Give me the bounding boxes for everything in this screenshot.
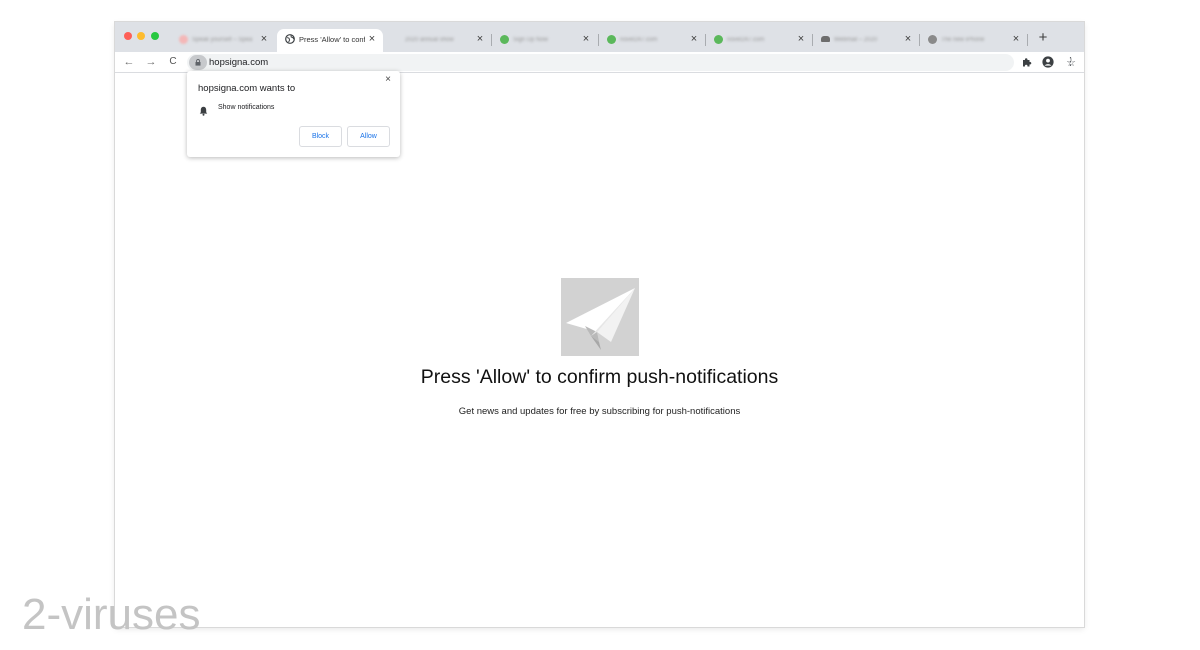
tab-title: novel247.com (620, 37, 658, 43)
tab-title: Webmail – 2020 (834, 37, 878, 43)
tab-favicon-icon (179, 35, 188, 44)
tab-favicon-icon (607, 35, 616, 44)
tab-5[interactable]: novel247.com × (600, 29, 705, 52)
extensions-puzzle-icon[interactable] (1020, 55, 1034, 69)
tab-title: 2020 annual show (405, 37, 454, 43)
tab-favicon-icon (928, 35, 937, 44)
tab-title: The new iPhone (941, 37, 985, 43)
back-icon[interactable]: ← (122, 54, 136, 70)
block-button[interactable]: Block (299, 126, 342, 147)
tab-separator (491, 34, 492, 46)
tab-1[interactable]: Speak yourself – Speak × (172, 29, 275, 52)
bell-icon (199, 103, 208, 121)
tab-close-icon[interactable]: × (258, 32, 270, 46)
tab-close-icon[interactable]: × (474, 32, 486, 46)
tab-strip: Speak yourself – Speak × Press 'Allow' t… (115, 22, 1084, 52)
tab-3[interactable]: 2020 annual show × (387, 29, 491, 52)
tab-title: novel247.com (727, 37, 765, 43)
toolbar: ← → C hopsigna.com ☆ ⋮ (115, 52, 1084, 73)
tab-6[interactable]: novel247.com × (707, 29, 812, 52)
tab-close-icon[interactable]: × (688, 32, 700, 46)
window-zoom-button[interactable] (151, 32, 159, 40)
tab-favicon-icon (714, 35, 723, 44)
page-subline: Get news and updates for free by subscri… (458, 406, 741, 417)
page-headline: Press 'Allow' to confirm push-notificati… (420, 366, 779, 388)
tab-title: Speak yourself – Speak (192, 37, 252, 43)
paper-plane-icon (561, 278, 639, 356)
browser-window: Speak yourself – Speak × Press 'Allow' t… (115, 22, 1084, 627)
menu-icon[interactable]: ⋮ (1065, 54, 1076, 70)
watermark: 2-viruses (22, 590, 201, 639)
tab-close-icon[interactable]: × (902, 32, 914, 46)
tab-title: Press 'Allow' to confirm (299, 35, 365, 44)
tab-4[interactable]: Sign Up Now × (493, 29, 597, 52)
close-icon[interactable]: × (382, 74, 394, 86)
permission-label: Show notifications (218, 104, 275, 111)
reload-icon[interactable]: C (166, 54, 180, 70)
allow-button[interactable]: Allow (347, 126, 390, 147)
lock-icon[interactable] (189, 55, 207, 70)
tab-7[interactable]: Webmail – 2020 × (814, 29, 919, 52)
tab-favicon-icon (500, 35, 509, 44)
tab-separator (598, 34, 599, 46)
tab-8[interactable]: The new iPhone × (921, 29, 1027, 52)
tab-close-icon[interactable]: × (366, 32, 378, 46)
profile-icon[interactable] (1041, 55, 1055, 69)
address-bar[interactable]: hopsigna.com ☆ (187, 54, 1076, 71)
forward-icon[interactable]: → (144, 54, 158, 70)
tab-title: Sign Up Now (513, 37, 549, 43)
address-text[interactable]: hopsigna.com (209, 56, 268, 69)
tab-favicon-icon (821, 36, 830, 42)
notification-permission-popup: × hopsigna.com wants to Show notificatio… (187, 71, 400, 157)
tab-close-icon[interactable]: × (580, 32, 592, 46)
tab-separator (1027, 34, 1028, 46)
tab-close-icon[interactable]: × (795, 32, 807, 46)
window-minimize-button[interactable] (137, 32, 145, 40)
tab-close-icon[interactable]: × (1010, 32, 1022, 46)
tab-separator (705, 34, 706, 46)
popup-title: hopsigna.com wants to (198, 83, 296, 94)
screenshot: Speak yourself – Speak × Press 'Allow' t… (0, 0, 1200, 650)
new-tab-button[interactable]: + (1035, 29, 1051, 47)
tab-separator (812, 34, 813, 46)
globe-icon (285, 34, 295, 44)
tab-active[interactable]: Press 'Allow' to confirm × (277, 29, 383, 52)
tab-separator (919, 34, 920, 46)
window-close-button[interactable] (124, 32, 132, 40)
